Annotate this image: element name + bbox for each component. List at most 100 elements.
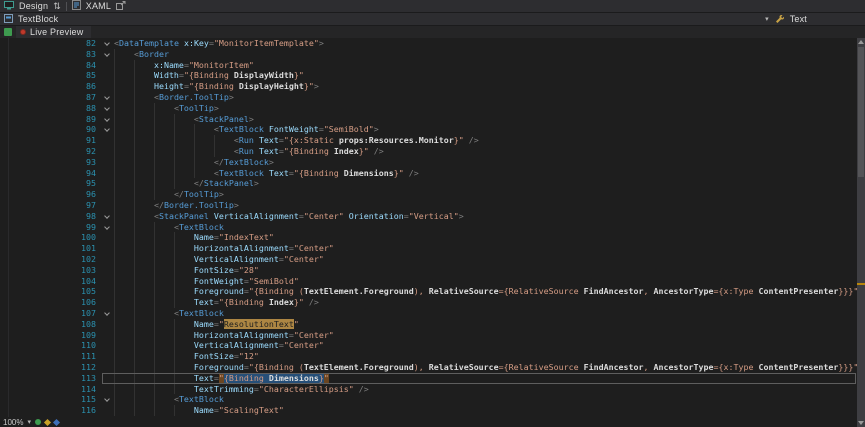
code-line[interactable]: 115<TextBlock xyxy=(0,394,857,405)
code-line[interactable]: 110VerticalAlignment="Center" xyxy=(0,340,857,351)
line-number: 109 xyxy=(0,330,101,341)
code-token: Dimensions xyxy=(269,373,319,383)
code-line[interactable]: 85Width="{Binding DisplayWidth}" xyxy=(0,70,857,81)
line-number: 108 xyxy=(0,319,101,330)
code-token: ContentPresenter xyxy=(758,286,838,296)
code-token: FontSize xyxy=(194,351,234,361)
indent-guides xyxy=(114,92,154,103)
code-text: Height="{Binding DisplayHeight}"> xyxy=(114,81,857,92)
fold-gutter xyxy=(101,330,114,341)
code-text: <StackPanel> xyxy=(114,114,857,125)
code-token: RelativeSource xyxy=(429,286,499,296)
code-line[interactable]: 102VerticalAlignment="Center" xyxy=(0,254,857,265)
code-line[interactable]: 99<TextBlock xyxy=(0,222,857,233)
wrench-icon[interactable] xyxy=(775,14,784,25)
code-line[interactable]: 90<TextBlock FontWeight="SemiBold"> xyxy=(0,124,857,135)
code-line[interactable]: 100Name="IndexText" xyxy=(0,232,857,243)
fold-gutter xyxy=(101,60,114,71)
code-line[interactable]: 116Name="ScalingText" xyxy=(0,405,857,416)
code-line[interactable]: 89<StackPanel> xyxy=(0,114,857,125)
popout-window-icon[interactable] xyxy=(116,1,126,12)
code-line[interactable]: 105Foreground="{Binding (TextElement.For… xyxy=(0,286,857,297)
code-line[interactable]: 92<Run Text="{Binding Index}" /> xyxy=(0,146,857,157)
scroll-down-icon[interactable] xyxy=(858,421,864,425)
code-line[interactable]: 95</StackPanel> xyxy=(0,178,857,189)
code-line[interactable]: 103FontSize="28" xyxy=(0,265,857,276)
code-line[interactable]: 112Foreground="{Binding (TextElement.For… xyxy=(0,362,857,373)
code-line[interactable]: 109HorizontalAlignment="Center" xyxy=(0,330,857,341)
live-preview-device-icon xyxy=(4,28,12,36)
code-token: "ScalingText" xyxy=(219,405,284,415)
fold-chevron-icon[interactable] xyxy=(101,394,114,405)
code-line[interactable]: 97</Border.ToolTip> xyxy=(0,200,857,211)
status-yellow-icon[interactable] xyxy=(44,418,51,425)
fold-chevron-icon[interactable] xyxy=(101,211,114,222)
indent-guides xyxy=(114,49,134,60)
code-line[interactable]: 86Height="{Binding DisplayHeight}"> xyxy=(0,81,857,92)
code-token: VerticalAlignment xyxy=(194,254,279,264)
quick-action-label[interactable]: Text xyxy=(790,14,807,24)
code-line[interactable]: 84x:Name="MonitorItem" xyxy=(0,60,857,71)
code-text: VerticalAlignment="Center" xyxy=(114,254,857,265)
code-line[interactable]: 94<TextBlock Text="{Binding Dimensions}"… xyxy=(0,168,857,179)
code-line[interactable]: 114TextTrimming="CharacterEllipsis" /> xyxy=(0,384,857,395)
breadcrumb-element[interactable]: TextBlock xyxy=(18,14,58,24)
indent-guides xyxy=(114,340,194,351)
line-number: 106 xyxy=(0,297,101,308)
indent-guides xyxy=(114,232,194,243)
vertical-scrollbar[interactable] xyxy=(857,38,865,427)
live-preview-tab[interactable]: Live Preview xyxy=(16,26,91,38)
scrollbar-thumb[interactable] xyxy=(858,47,864,177)
code-line[interactable]: 107<TextBlock xyxy=(0,308,857,319)
indent-guides xyxy=(114,384,194,395)
code-text: <StackPanel VerticalAlignment="Center" O… xyxy=(114,211,857,222)
code-line[interactable]: 113Text="{Binding Dimensions}" xyxy=(0,373,857,384)
fold-chevron-icon[interactable] xyxy=(101,114,114,125)
indent-guides xyxy=(114,135,234,146)
code-line[interactable]: 101HorizontalAlignment="Center" xyxy=(0,243,857,254)
element-icon xyxy=(4,14,13,25)
fold-chevron-icon[interactable] xyxy=(101,308,114,319)
code-line[interactable]: 104FontWeight="SemiBold" xyxy=(0,276,857,287)
status-green-icon[interactable] xyxy=(35,419,41,425)
code-token: AncestorType xyxy=(654,362,714,372)
code-line[interactable]: 87<Border.ToolTip> xyxy=(0,92,857,103)
swap-panes-icon[interactable]: ⇅ xyxy=(53,2,61,11)
zoom-level[interactable]: 100% xyxy=(3,418,23,427)
code-token: </ xyxy=(174,189,184,199)
line-number: 90 xyxy=(0,124,101,135)
design-tab[interactable]: Design xyxy=(19,1,48,11)
code-token: "Vertical" xyxy=(409,211,459,221)
scroll-up-icon[interactable] xyxy=(858,40,864,44)
code-line[interactable]: 108Name="ResolutionText" xyxy=(0,319,857,330)
indent-guides xyxy=(114,319,194,330)
indent-guides xyxy=(114,211,154,222)
fold-chevron-icon[interactable] xyxy=(101,103,114,114)
code-token: }}}" xyxy=(838,362,857,372)
code-editor[interactable]: 82<DataTemplate x:Key="MonitorItemTempla… xyxy=(0,38,857,427)
code-line[interactable]: 96</ToolTip> xyxy=(0,189,857,200)
fold-chevron-icon[interactable] xyxy=(101,49,114,60)
zoom-dropdown-icon[interactable]: ▾ xyxy=(27,419,31,426)
fold-chevron-icon[interactable] xyxy=(101,124,114,135)
status-blue-icon[interactable] xyxy=(53,418,60,425)
code-line[interactable]: 88<ToolTip> xyxy=(0,103,857,114)
fold-chevron-icon[interactable] xyxy=(101,38,114,49)
dropdown-chevron-icon[interactable]: ▾ xyxy=(765,16,769,23)
code-line[interactable]: 106Text="{Binding Index}" /> xyxy=(0,297,857,308)
code-line[interactable]: 111FontSize="12" xyxy=(0,351,857,362)
code-token: ContentPresenter xyxy=(758,362,838,372)
code-token: FindAncestor xyxy=(584,362,644,372)
code-line[interactable]: 93</TextBlock> xyxy=(0,157,857,168)
code-line[interactable]: 83<Border xyxy=(0,49,857,60)
line-number: 100 xyxy=(0,232,101,243)
fold-chevron-icon[interactable] xyxy=(101,92,114,103)
code-token: StackPanel xyxy=(199,114,249,124)
code-token: AncestorType xyxy=(654,286,714,296)
code-line[interactable]: 82<DataTemplate x:Key="MonitorItemTempla… xyxy=(0,38,857,49)
code-line[interactable]: 98<StackPanel VerticalAlignment="Center"… xyxy=(0,211,857,222)
code-line[interactable]: 91<Run Text="{x:Static props:Resources.M… xyxy=(0,135,857,146)
xaml-tab[interactable]: XAML xyxy=(86,1,111,11)
code-token: TextElement.Foreground xyxy=(304,362,414,372)
fold-chevron-icon[interactable] xyxy=(101,222,114,233)
